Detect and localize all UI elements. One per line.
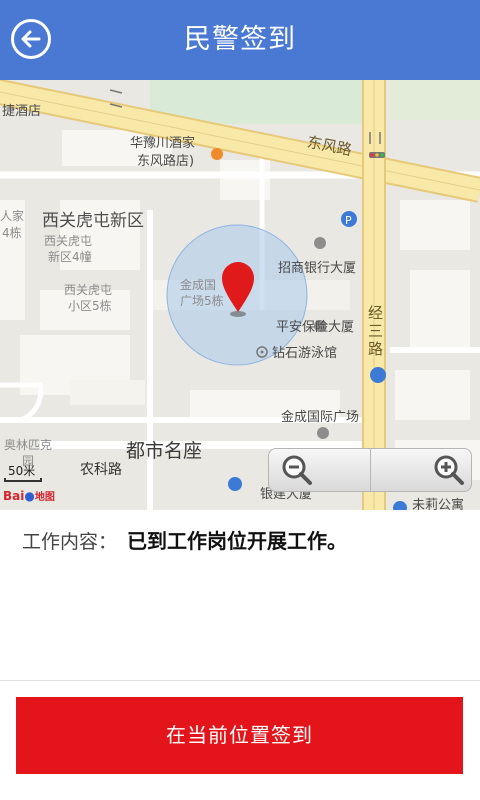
poi-label-zhaoshang: 招商银行大厦: [278, 261, 357, 276]
baidu-logo-suffix: 地图: [34, 492, 55, 503]
poi-label-right-bottom: 未莉公寓: [412, 498, 465, 510]
poi-label-jincheng-b: 广场5栋: [180, 294, 224, 308]
poi-label-xiguan-a: 西关虎屯: [44, 234, 93, 248]
poi-label-jiudian: 捷酒店: [2, 104, 42, 119]
map-scale-bar: [4, 478, 42, 482]
work-content-row: 工作内容： 已到工作岗位开展工作。: [22, 526, 347, 556]
baidu-logo-text: Bai: [3, 489, 25, 503]
poi-label-aolin-a: 奥林匹克: [4, 438, 53, 452]
divider: [0, 680, 480, 681]
poi-label-pingan: 平安保险大厦: [276, 320, 355, 335]
zoom-out-button[interactable]: [269, 449, 370, 491]
zoom-in-button[interactable]: [371, 449, 472, 491]
work-content-label: 工作内容：: [22, 531, 118, 553]
svg-text:P: P: [345, 214, 352, 227]
poi-label-zuanshi: 钻石游泳馆: [272, 346, 338, 361]
zoom-out-icon: [282, 455, 312, 485]
poi-label-huayu-sub: 东风路店): [137, 154, 195, 169]
poi-label-renjia-b: 4栋: [2, 226, 22, 240]
work-content-value: 已到工作岗位开展工作。: [127, 529, 348, 553]
page-title: 民警签到: [184, 24, 296, 55]
poi-label-jincheng-intl: 金成国际广场: [281, 410, 360, 425]
baidu-paw-icon: ●: [24, 489, 35, 503]
district-label-xiguan: 西关虎屯新区: [42, 211, 144, 231]
header-bar: 民警签到: [0, 0, 480, 80]
road-label-jingsan: 经三路: [368, 304, 384, 358]
poi-label-renjia-a: 人家: [0, 209, 25, 223]
poi-label-huayu: 华豫川酒家: [130, 136, 196, 151]
zoom-in-icon: [434, 455, 464, 485]
zoom-control: [268, 448, 472, 492]
district-label-dushi: 都市名座: [126, 440, 203, 462]
poi-label-xiguan-b: 新区4幢: [48, 250, 92, 264]
poi-label-xiguan-c: 西关虎屯: [64, 283, 113, 297]
checkin-button[interactable]: 在当前位置签到: [16, 697, 463, 774]
baidu-logo: Bai●地图: [3, 488, 55, 503]
road-label-nongke: 农科路: [80, 462, 122, 478]
map-view[interactable]: P 东风路 经三路 农科路 西关虎屯新区 都市名座 捷酒店 华豫川酒家 东风路店…: [0, 80, 480, 510]
poi-label-jincheng-a: 金成国: [180, 278, 217, 292]
poi-label-xiguan-d: 小区5栋: [68, 299, 112, 313]
map-scale-label: 50米: [8, 464, 36, 478]
